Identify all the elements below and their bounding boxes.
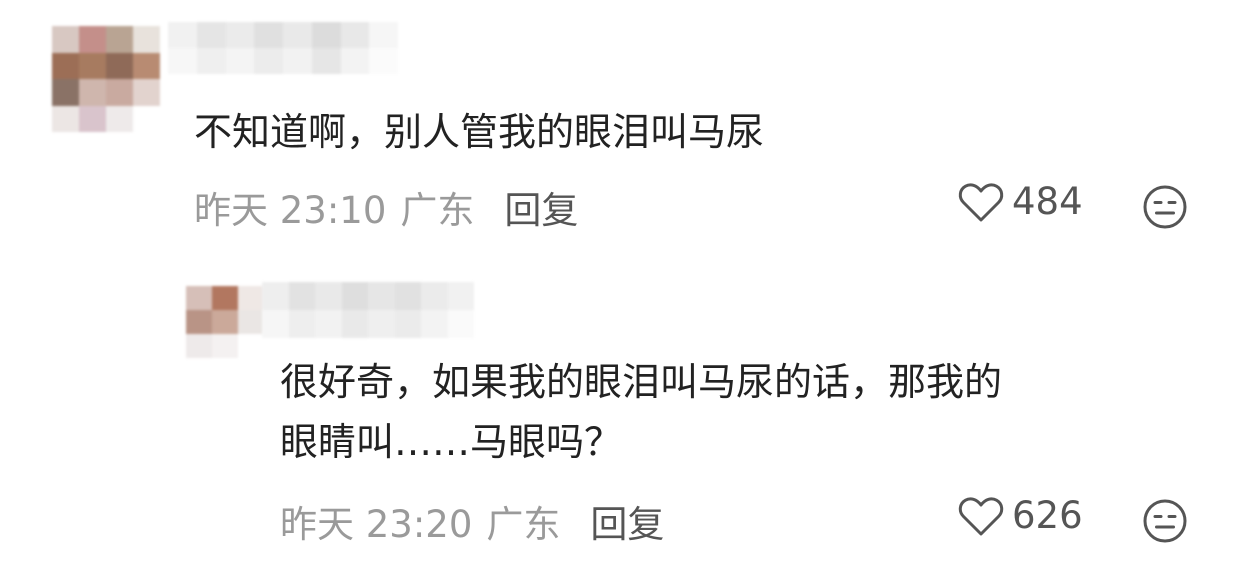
comment-text-line: 眼睛叫……马眼吗？	[280, 420, 623, 464]
comment-location: 广东	[400, 189, 475, 232]
heart-outline-icon	[958, 496, 1004, 535]
neutral-face-icon[interactable]	[1142, 184, 1188, 230]
neutral-face-icon[interactable]	[1142, 498, 1188, 544]
comment-meta: 昨天 23:10 广东 回复	[194, 180, 578, 234]
like-count: 484	[1012, 180, 1083, 223]
comment-location: 广东	[486, 503, 561, 546]
reply-button[interactable]: 回复	[504, 180, 578, 234]
reply-button[interactable]: 回复	[590, 494, 664, 548]
comment-time: 昨天 23:10	[194, 189, 387, 232]
comment-thread: 不知道啊，别人管我的眼泪叫马尿 昨天 23:10 广东 回复 484 很好奇，如…	[0, 0, 1260, 577]
comment-text-line: 很好奇，如果我的眼泪叫马尿的话，那我的	[280, 360, 1003, 404]
comment-text: 不知道啊，别人管我的眼泪叫马尿	[194, 110, 765, 154]
comment-time: 昨天 23:20	[280, 503, 473, 546]
like-button[interactable]: 484	[958, 180, 1083, 223]
avatar[interactable]	[186, 286, 264, 358]
heart-outline-icon	[958, 182, 1004, 221]
like-button[interactable]: 626	[958, 494, 1083, 537]
comment-meta: 昨天 23:20 广东 回复	[280, 494, 664, 548]
username[interactable]	[262, 282, 474, 338]
username[interactable]	[168, 22, 398, 74]
avatar[interactable]	[52, 26, 160, 132]
like-count: 626	[1012, 494, 1083, 537]
